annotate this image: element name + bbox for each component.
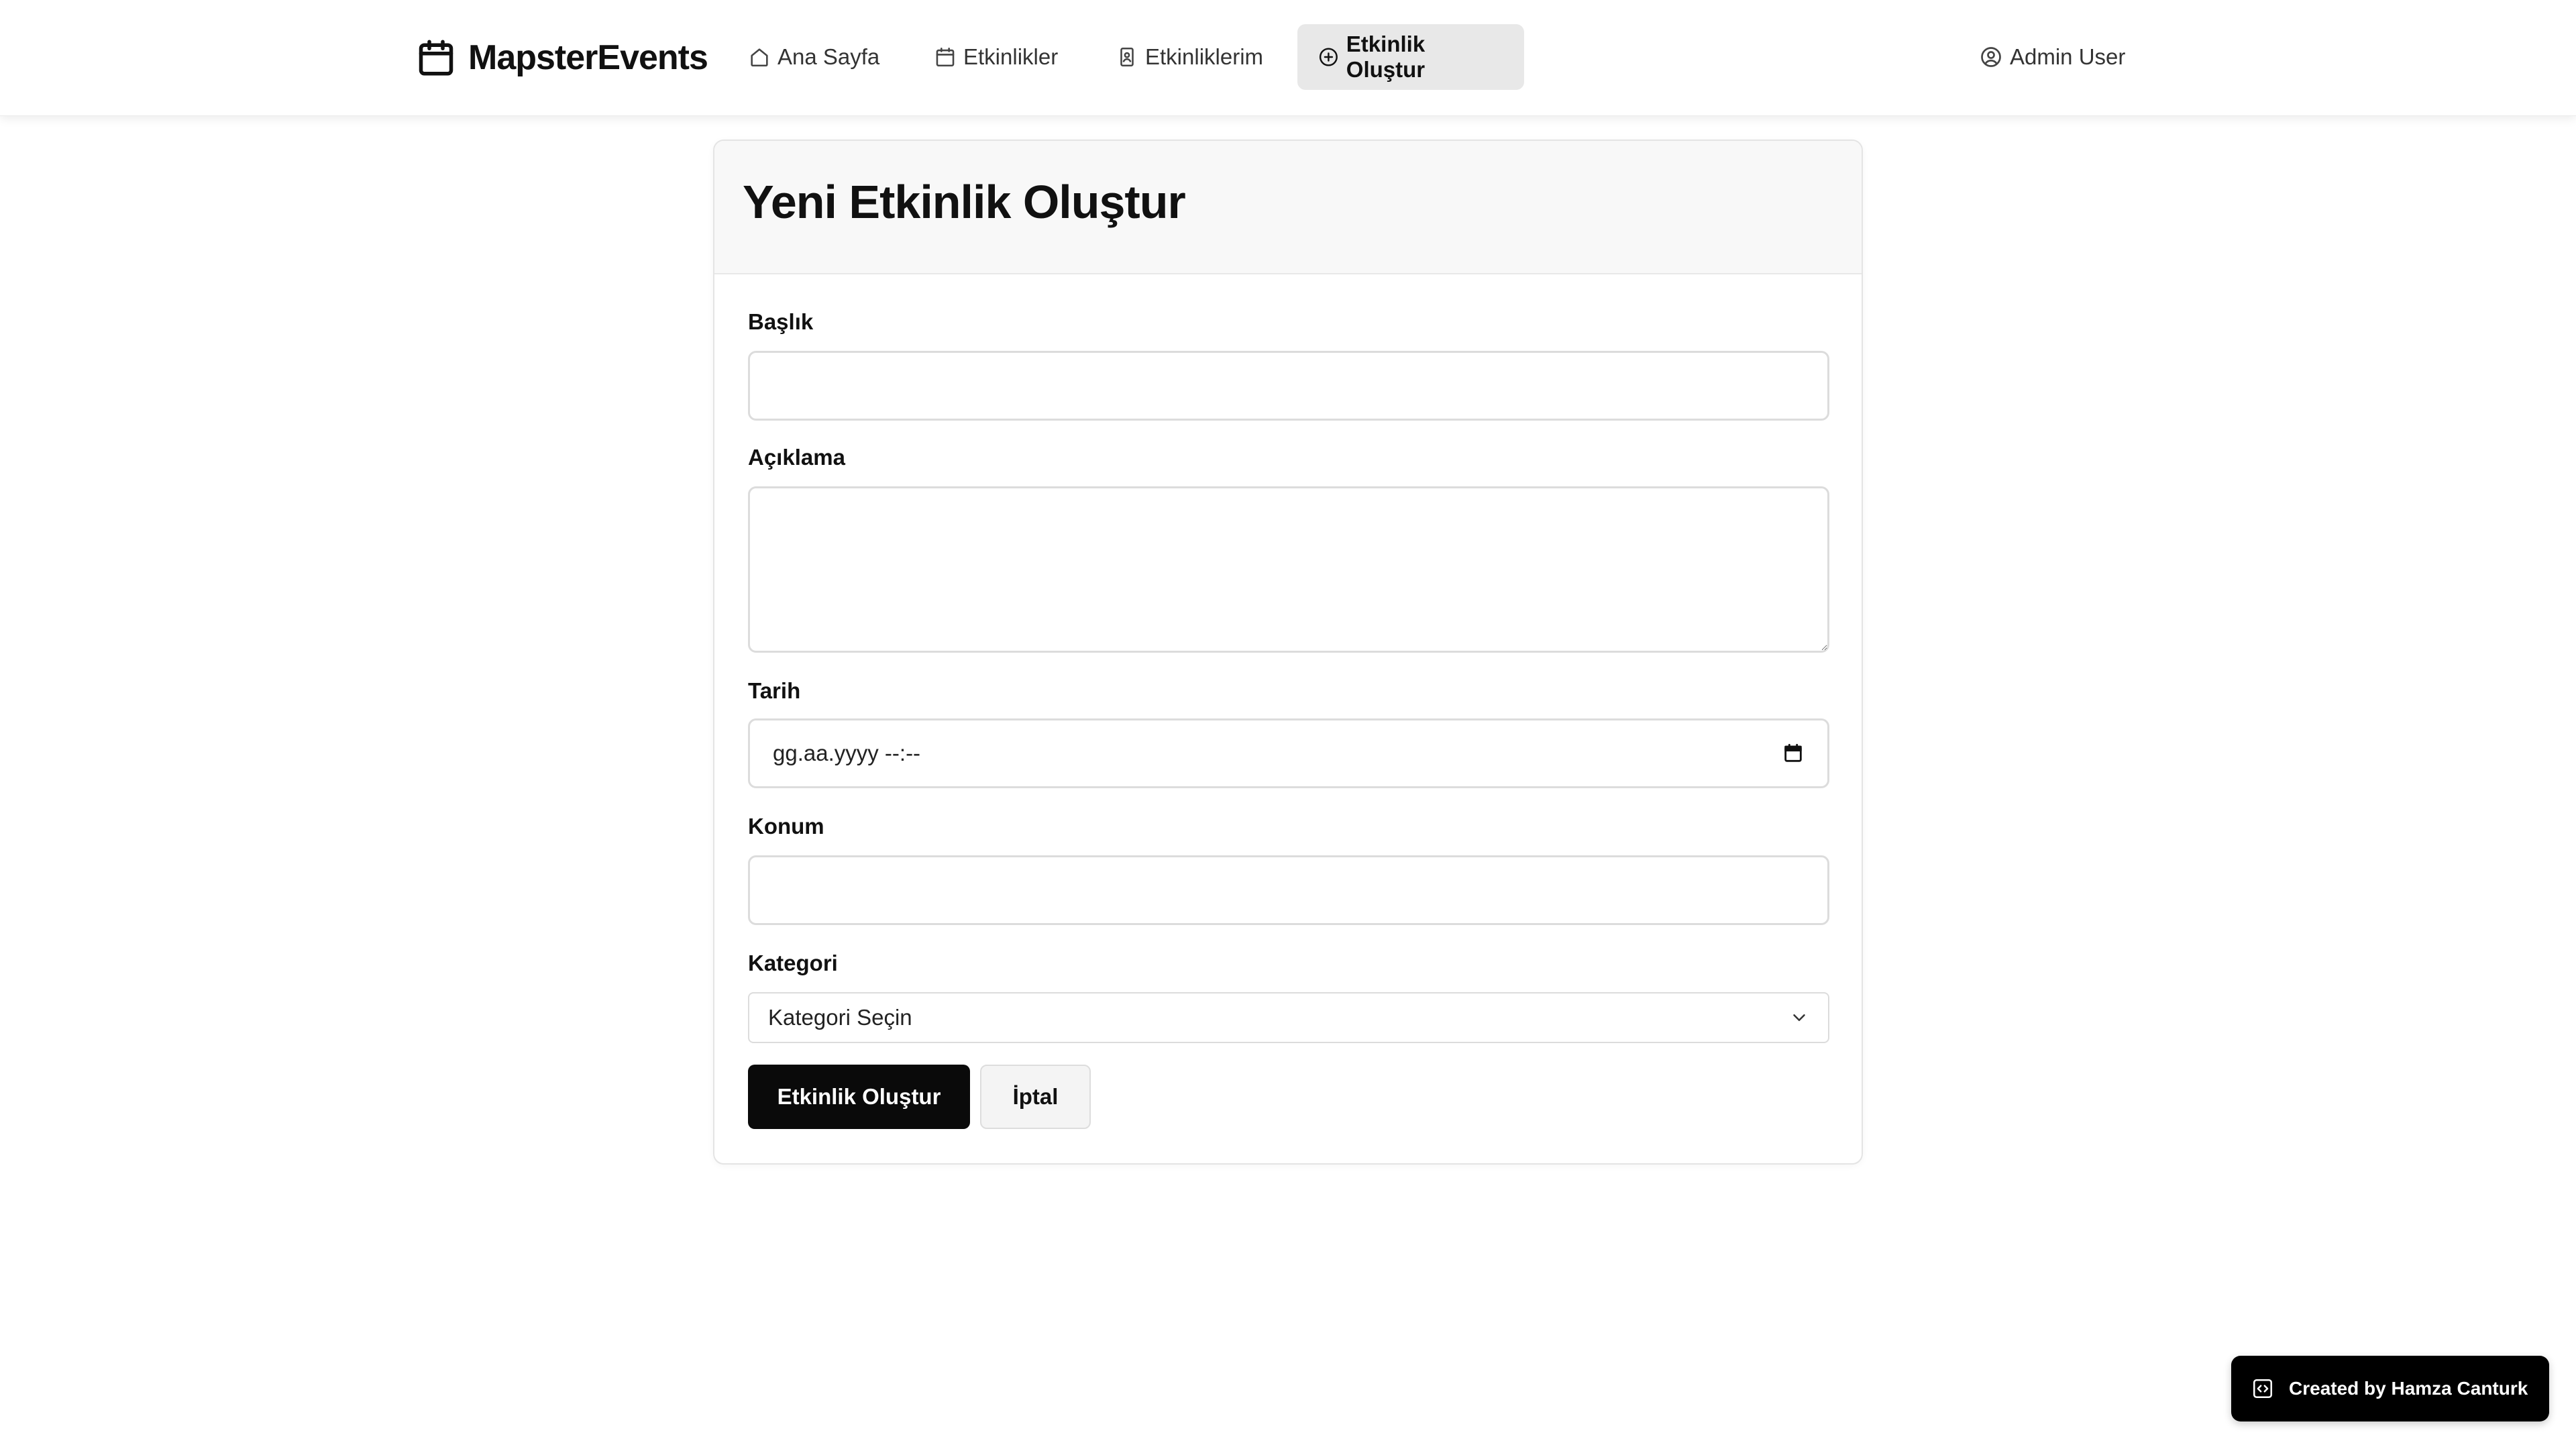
credit-badge[interactable]: Created by Hamza Canturk bbox=[2231, 1356, 2549, 1421]
brand-logo-link[interactable]: MapsterEvents bbox=[416, 35, 708, 80]
card-header: Yeni Etkinlik Oluştur bbox=[714, 141, 1862, 274]
code-icon bbox=[2253, 1379, 2273, 1399]
description-textarea[interactable] bbox=[748, 486, 1829, 653]
top-navbar: MapsterEvents Ana Sayfa Etkinlikler Etki… bbox=[0, 0, 2576, 116]
description-label: Açıklama bbox=[748, 445, 845, 470]
nav-item-create-event[interactable]: Etkinlik Oluştur bbox=[1297, 24, 1524, 90]
cancel-button[interactable]: İptal bbox=[980, 1065, 1091, 1129]
nav-item-label: Etkinliklerim bbox=[1145, 44, 1264, 69]
nav-item-home[interactable]: Ana Sayfa bbox=[728, 24, 900, 90]
calendar-icon bbox=[936, 47, 955, 67]
badge-icon bbox=[1120, 47, 1134, 67]
nav-item-label: Etkinlikler bbox=[963, 44, 1059, 69]
date-input-value: gg.aa.yyyy --:-- bbox=[773, 741, 921, 765]
user-menu[interactable]: Admin User bbox=[1979, 24, 2125, 90]
brand-name: MapsterEvents bbox=[468, 38, 708, 77]
date-input[interactable]: gg.aa.yyyy --:-- bbox=[748, 718, 1829, 788]
nav-item-my-events[interactable]: Etkinliklerim bbox=[1095, 24, 1283, 90]
user-circle-icon bbox=[1981, 47, 2001, 67]
credit-badge-label: Created by Hamza Canturk bbox=[2289, 1378, 2528, 1399]
location-label: Konum bbox=[748, 814, 824, 839]
category-select[interactable]: Kategori Seçin bbox=[748, 992, 1829, 1043]
date-label: Tarih bbox=[748, 678, 801, 703]
calendar-icon bbox=[419, 40, 453, 76]
category-label: Kategori bbox=[748, 951, 838, 975]
create-event-button[interactable]: Etkinlik Oluştur bbox=[748, 1065, 970, 1129]
user-name: Admin User bbox=[2010, 44, 2126, 69]
location-input[interactable] bbox=[748, 855, 1829, 925]
category-selected-value: Kategori Seçin bbox=[768, 1005, 912, 1030]
nav-item-label: Etkinlik Oluştur bbox=[1346, 32, 1426, 82]
create-event-card: Yeni Etkinlik Oluştur Başlık Açıklama Ta… bbox=[713, 140, 1863, 1165]
home-icon bbox=[751, 48, 768, 67]
page-title: Yeni Etkinlik Oluştur bbox=[743, 175, 1186, 228]
title-input[interactable] bbox=[748, 351, 1829, 421]
title-label: Başlık bbox=[748, 309, 814, 334]
chevron-down-icon bbox=[1793, 1014, 1805, 1021]
calendar-icon[interactable] bbox=[1782, 742, 1805, 765]
nav-item-events[interactable]: Etkinlikler bbox=[914, 24, 1078, 90]
nav-item-label: Ana Sayfa bbox=[777, 44, 880, 69]
plus-circle-icon bbox=[1319, 48, 1338, 66]
